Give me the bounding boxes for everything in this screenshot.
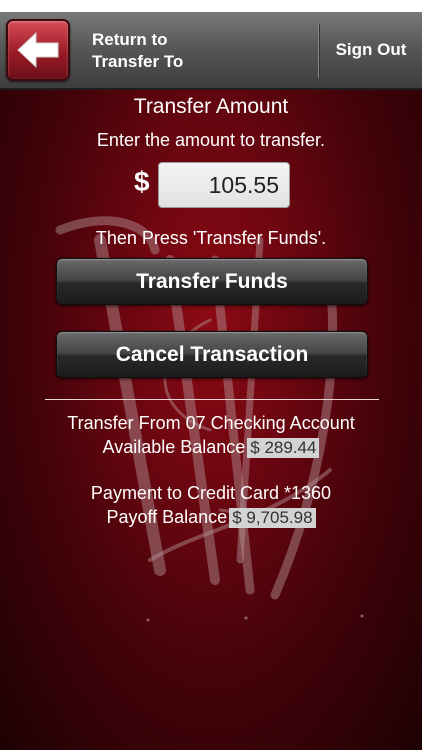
- app-screen: Return to Transfer To Sign Out Transfer …: [0, 0, 422, 750]
- currency-symbol: $: [134, 166, 150, 197]
- section-divider: [45, 399, 379, 400]
- then-press-instruction: Then Press 'Transfer Funds'.: [95, 228, 327, 248]
- to-account-label: Payment to Credit Card *1360: [90, 483, 332, 503]
- left-arrow-icon: [17, 31, 59, 69]
- back-label[interactable]: Return to Transfer To: [92, 29, 292, 73]
- available-balance-label: Available Balance: [102, 437, 246, 457]
- back-label-line2: Transfer To: [92, 52, 184, 71]
- payoff-balance-row: Payoff Balance $ 9,705.98: [0, 506, 422, 528]
- available-balance-row: Available Balance $ 289.44: [0, 436, 422, 458]
- sign-out-button[interactable]: Sign Out: [322, 40, 420, 60]
- from-account-label: Transfer From 07 Checking Account: [67, 413, 355, 433]
- header-bar: Return to Transfer To Sign Out: [0, 12, 422, 90]
- payoff-balance-label: Payoff Balance: [106, 507, 228, 527]
- available-balance-value: $ 289.44: [247, 438, 320, 458]
- back-button[interactable]: [6, 19, 70, 81]
- transfer-funds-button[interactable]: Transfer Funds: [56, 258, 368, 305]
- transfer-amount-title: Transfer Amount: [133, 95, 289, 118]
- amount-instruction: Enter the amount to transfer.: [96, 130, 326, 150]
- amount-input[interactable]: [158, 162, 290, 208]
- main-content: Transfer Amount Enter the amount to tran…: [0, 90, 422, 750]
- payoff-balance-value: $ 9,705.98: [229, 508, 316, 528]
- status-strip: [0, 0, 422, 12]
- back-label-line1: Return to: [92, 30, 168, 49]
- cancel-transaction-button[interactable]: Cancel Transaction: [56, 331, 368, 378]
- header-divider: [318, 24, 319, 78]
